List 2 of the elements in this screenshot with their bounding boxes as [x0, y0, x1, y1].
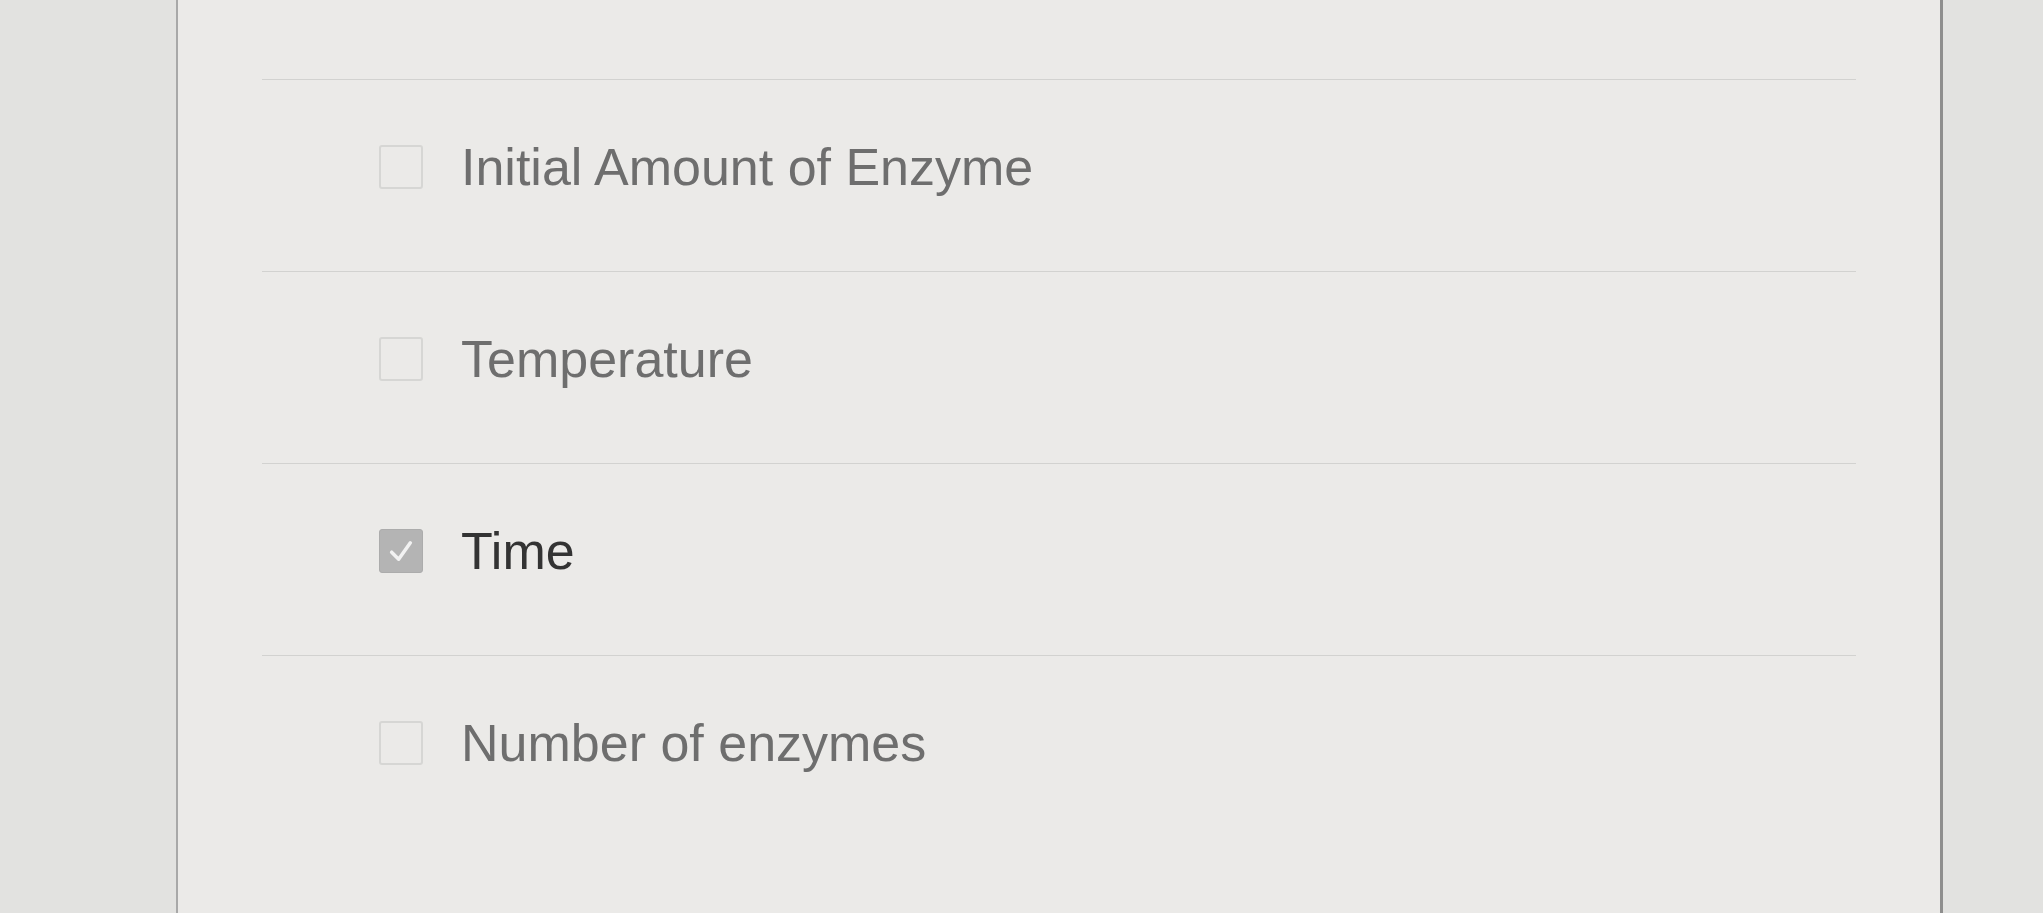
- option-label: Time: [461, 524, 575, 577]
- checkbox[interactable]: [379, 528, 423, 573]
